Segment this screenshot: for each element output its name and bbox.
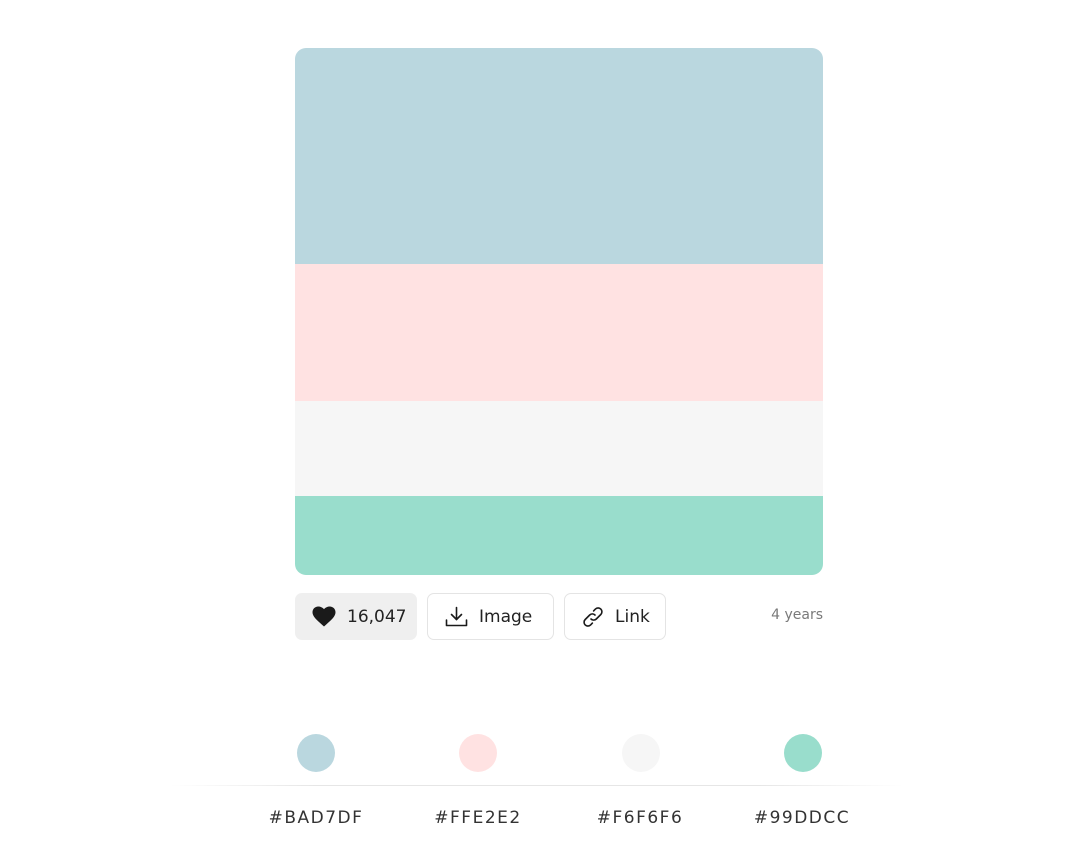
image-label: Image	[479, 606, 533, 627]
palette-age: 4 years	[771, 607, 823, 623]
hex-code-2[interactable]: #FFE2E2	[398, 808, 558, 828]
heart-icon	[312, 606, 336, 627]
divider	[170, 785, 904, 786]
swatch-2[interactable]	[295, 264, 823, 401]
like-button[interactable]: 16,047	[295, 593, 417, 640]
copy-link-button[interactable]: Link	[564, 593, 666, 640]
link-icon	[581, 606, 605, 628]
download-icon	[445, 606, 468, 627]
hex-code-1[interactable]: #BAD7DF	[236, 808, 396, 828]
download-image-button[interactable]: Image	[427, 593, 554, 640]
color-dot-4[interactable]	[784, 734, 822, 772]
palette-card	[295, 48, 823, 575]
color-dot-2[interactable]	[459, 734, 497, 772]
hex-code-3[interactable]: #F6F6F6	[560, 808, 720, 828]
like-count: 16,047	[347, 606, 407, 627]
swatch-4[interactable]	[295, 496, 823, 575]
link-label: Link	[615, 606, 650, 627]
palette-page: 16,047 Image Link 4 years #BAD7DF #FFE2E…	[0, 0, 1074, 847]
swatch-1[interactable]	[295, 48, 823, 264]
color-dot-3[interactable]	[622, 734, 660, 772]
swatch-3[interactable]	[295, 401, 823, 496]
color-dot-1[interactable]	[297, 734, 335, 772]
hex-code-4[interactable]: #99DDCC	[722, 808, 882, 828]
